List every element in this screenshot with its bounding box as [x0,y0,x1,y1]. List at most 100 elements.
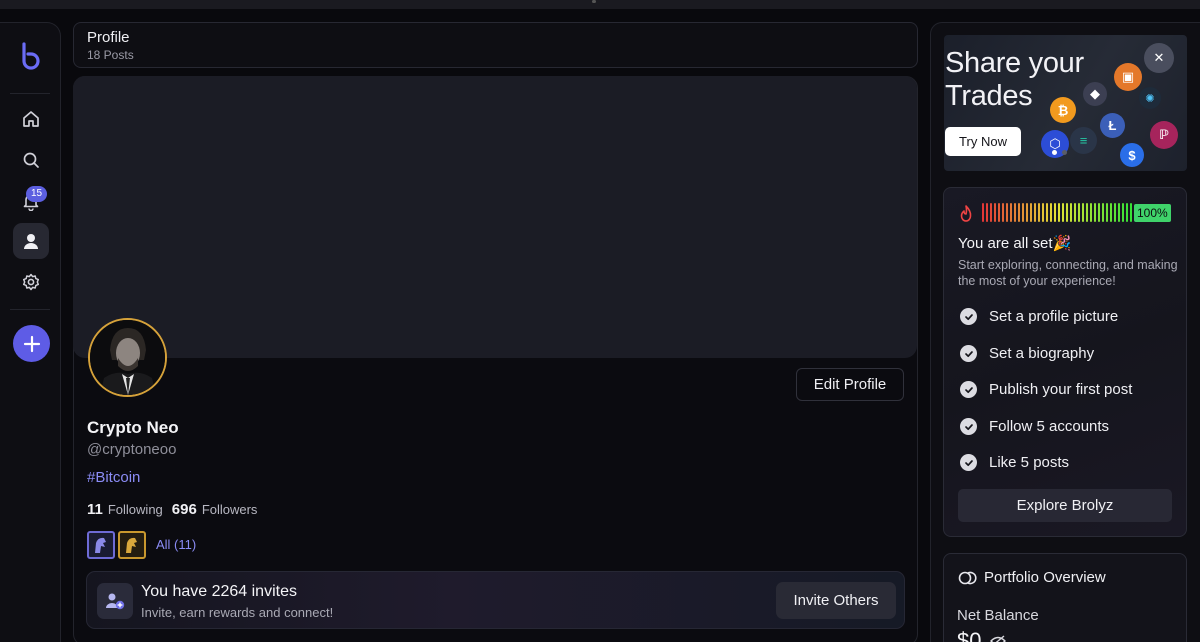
profile-page-header: Profile 18 Posts [73,22,918,68]
promo-banner[interactable]: Share your Trades Try Now ₿ ◆ ▣ ✕ ✺ Ł ≡ … [944,35,1187,171]
portfolio-title-text: Portfolio Overview [984,569,1106,586]
followers-label[interactable]: Followers [202,502,258,517]
followers-count[interactable]: 696 [172,501,197,518]
progress-tick [998,203,1000,222]
promo-title-line: Share your [945,47,1084,79]
eye-off-icon[interactable] [989,634,1007,642]
progress-tick [1002,203,1004,222]
progress-tick [1010,203,1012,222]
polkadot-coin-icon: ℙ [1150,121,1178,149]
checklist-item-label: Set a biography [989,345,1095,362]
progress-meter [982,203,1132,222]
explore-brolyz-button[interactable]: Explore Brolyz [958,489,1172,522]
progress-tick [990,203,992,222]
checklist-item[interactable]: Follow 5 accounts [960,418,1109,435]
nav-home[interactable] [13,101,49,137]
invite-description: Invite, earn rewards and connect! [141,605,334,620]
progress-tick [1102,203,1104,222]
checklist-item[interactable]: Set a biography [960,345,1094,362]
avatar[interactable] [88,318,167,397]
top-indicator [592,0,596,3]
progress-tick [1130,203,1132,222]
progress-tick [1014,203,1016,222]
check-circle-icon [960,381,977,398]
nav-search[interactable] [13,142,49,178]
checklist-item-label: Like 5 posts [989,454,1070,471]
progress-tick [1078,203,1080,222]
progress-tick [1094,203,1096,222]
create-post-button[interactable] [13,325,50,362]
notification-count-badge: 15 [26,186,47,202]
username-handle: @cryptoneoo [87,441,177,458]
net-balance-label: Net Balance [957,607,1039,624]
progress-tick [1050,203,1052,222]
invite-others-button[interactable]: Invite Others [776,582,896,619]
progress-tick [1022,203,1024,222]
onboarding-progress-card: 100% You are all set🎉 Start exploring, c… [943,187,1187,537]
rail-divider [10,309,50,310]
gear-icon [22,273,40,291]
progress-tick [1042,203,1044,222]
add-user-icon [97,583,133,619]
progress-tick [1110,203,1112,222]
progress-tick [1122,203,1124,222]
nav-settings[interactable] [13,264,49,300]
progress-tick [1118,203,1120,222]
progress-tick [1086,203,1088,222]
progress-tick [1114,203,1116,222]
setup-heading: You are all set🎉 [958,235,1072,252]
following-label[interactable]: Following [108,502,163,517]
usdc-coin-icon: $ [1120,143,1144,167]
check-circle-icon [960,418,977,435]
checklist-item[interactable]: Set a profile picture [960,308,1118,325]
portfolio-rings-icon [958,571,977,584]
xrp-coin-icon: ✕ [1144,43,1174,73]
home-icon [23,111,39,127]
check-circle-icon [960,345,977,362]
search-icon [23,152,39,168]
carousel-dot-active[interactable] [1052,150,1057,155]
profile-hashtag[interactable]: #Bitcoin [87,469,140,486]
avatar-portrait [90,320,165,395]
litecoin-coin-icon: Ł [1100,113,1125,138]
knight-badge-icon[interactable] [87,531,115,559]
knight-gold-badge-icon[interactable] [118,531,146,559]
progress-tick [1098,203,1100,222]
brolyz-logo[interactable] [17,41,45,71]
progress-tick [1058,203,1060,222]
nav-profile[interactable] [13,223,49,259]
follow-stats: 11 Following 696 Followers [87,501,266,518]
cosmos-coin-icon: ✺ [1139,87,1161,109]
progress-tick [1066,203,1068,222]
progress-tick [982,203,984,222]
checklist-item-label: Set a profile picture [989,308,1119,325]
portfolio-overview-card: Portfolio Overview Net Balance $0 [943,553,1187,642]
progress-tick [1106,203,1108,222]
fire-icon [960,205,972,222]
solana-coin-icon: ≡ [1070,127,1097,154]
check-circle-icon [960,308,977,325]
net-balance-amount: $0 [957,628,982,642]
progress-tick [1018,203,1020,222]
progress-tick [1046,203,1048,222]
following-count[interactable]: 11 [87,501,103,518]
progress-tick [1074,203,1076,222]
progress-percent-badge: 100% [1134,204,1171,222]
all-badges-link[interactable]: All (11) [156,537,196,552]
carousel-dot[interactable] [1062,150,1067,155]
left-nav-rail: 15 [0,22,61,642]
progress-tick [1082,203,1084,222]
invite-banner: You have 2264 invites Invite, earn rewar… [86,571,905,629]
token-coin-icon: ▣ [1114,63,1142,91]
progress-tick [1034,203,1036,222]
ethereum-coin-icon: ◆ [1083,82,1107,106]
try-now-button[interactable]: Try Now [945,127,1021,156]
edit-profile-button[interactable]: Edit Profile [796,368,904,401]
checklist-item[interactable]: Publish your first post [960,381,1132,398]
user-icon [24,234,38,249]
checklist-item[interactable]: Like 5 posts [960,454,1069,471]
progress-tick [1054,203,1056,222]
progress-tick [1038,203,1040,222]
bitcoin-coin-icon: ₿ [1050,97,1076,123]
achievement-badges [87,531,146,559]
